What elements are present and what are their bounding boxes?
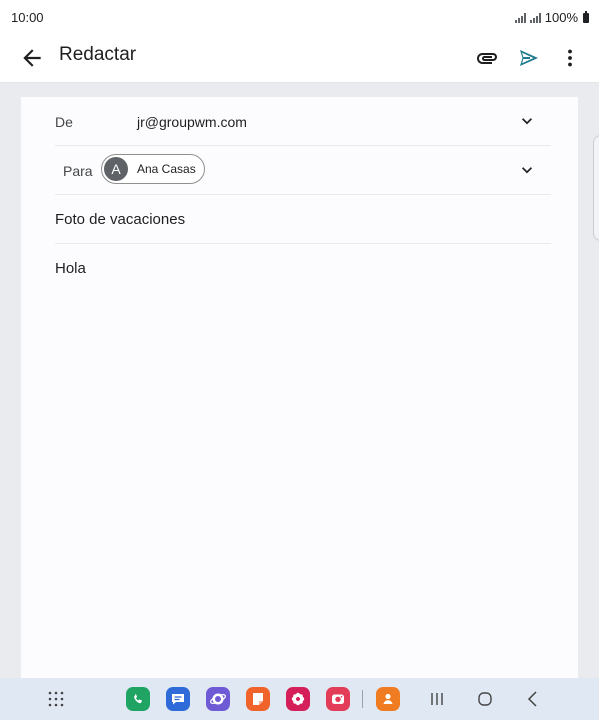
from-row[interactable]: De jr@groupwm.com	[55, 97, 551, 146]
home-icon[interactable]	[473, 687, 497, 711]
body-field[interactable]: Hola	[55, 260, 86, 277]
recipient-chip[interactable]: A Ana Casas	[101, 154, 205, 184]
edge-panel-handle[interactable]	[593, 135, 599, 241]
subject-field[interactable]: Foto de vacaciones	[55, 211, 185, 228]
to-label: Para	[63, 163, 93, 179]
status-time: 10:00	[11, 10, 44, 25]
status-indicators: 100%	[514, 10, 589, 25]
chevron-down-icon[interactable]	[517, 160, 537, 180]
recents-icon[interactable]	[425, 687, 449, 711]
notes-icon[interactable]	[246, 687, 270, 711]
gallery-icon[interactable]	[286, 687, 310, 711]
from-label: De	[55, 114, 73, 130]
camera-icon[interactable]	[326, 687, 350, 711]
navigation-bar	[0, 678, 599, 720]
more-vert-icon[interactable]	[558, 46, 582, 70]
back-arrow-icon[interactable]	[19, 45, 45, 71]
app-bar: Redactar	[0, 34, 599, 83]
apps-grid-icon[interactable]	[44, 687, 68, 711]
messages-icon[interactable]	[166, 687, 190, 711]
contacts-icon[interactable]	[376, 687, 400, 711]
page-title: Redactar	[59, 44, 137, 65]
signal-icon	[529, 12, 541, 23]
battery-icon	[583, 10, 589, 23]
compose-sheet: De jr@groupwm.com Para A Ana Casas Foto …	[21, 97, 578, 678]
phone-icon[interactable]	[126, 687, 150, 711]
send-icon[interactable]	[517, 46, 541, 70]
internet-icon[interactable]	[206, 687, 230, 711]
from-value[interactable]: jr@groupwm.com	[137, 114, 247, 130]
paperclip-icon[interactable]	[475, 46, 499, 70]
battery-text: 100%	[544, 10, 578, 25]
avatar: A	[104, 157, 128, 181]
dock-divider	[362, 690, 363, 708]
recipient-name: Ana Casas	[137, 162, 196, 176]
status-bar: 10:00 100%	[0, 0, 599, 34]
chevron-down-icon[interactable]	[517, 111, 537, 131]
back-icon[interactable]	[521, 687, 545, 711]
signal-icon	[514, 12, 526, 23]
